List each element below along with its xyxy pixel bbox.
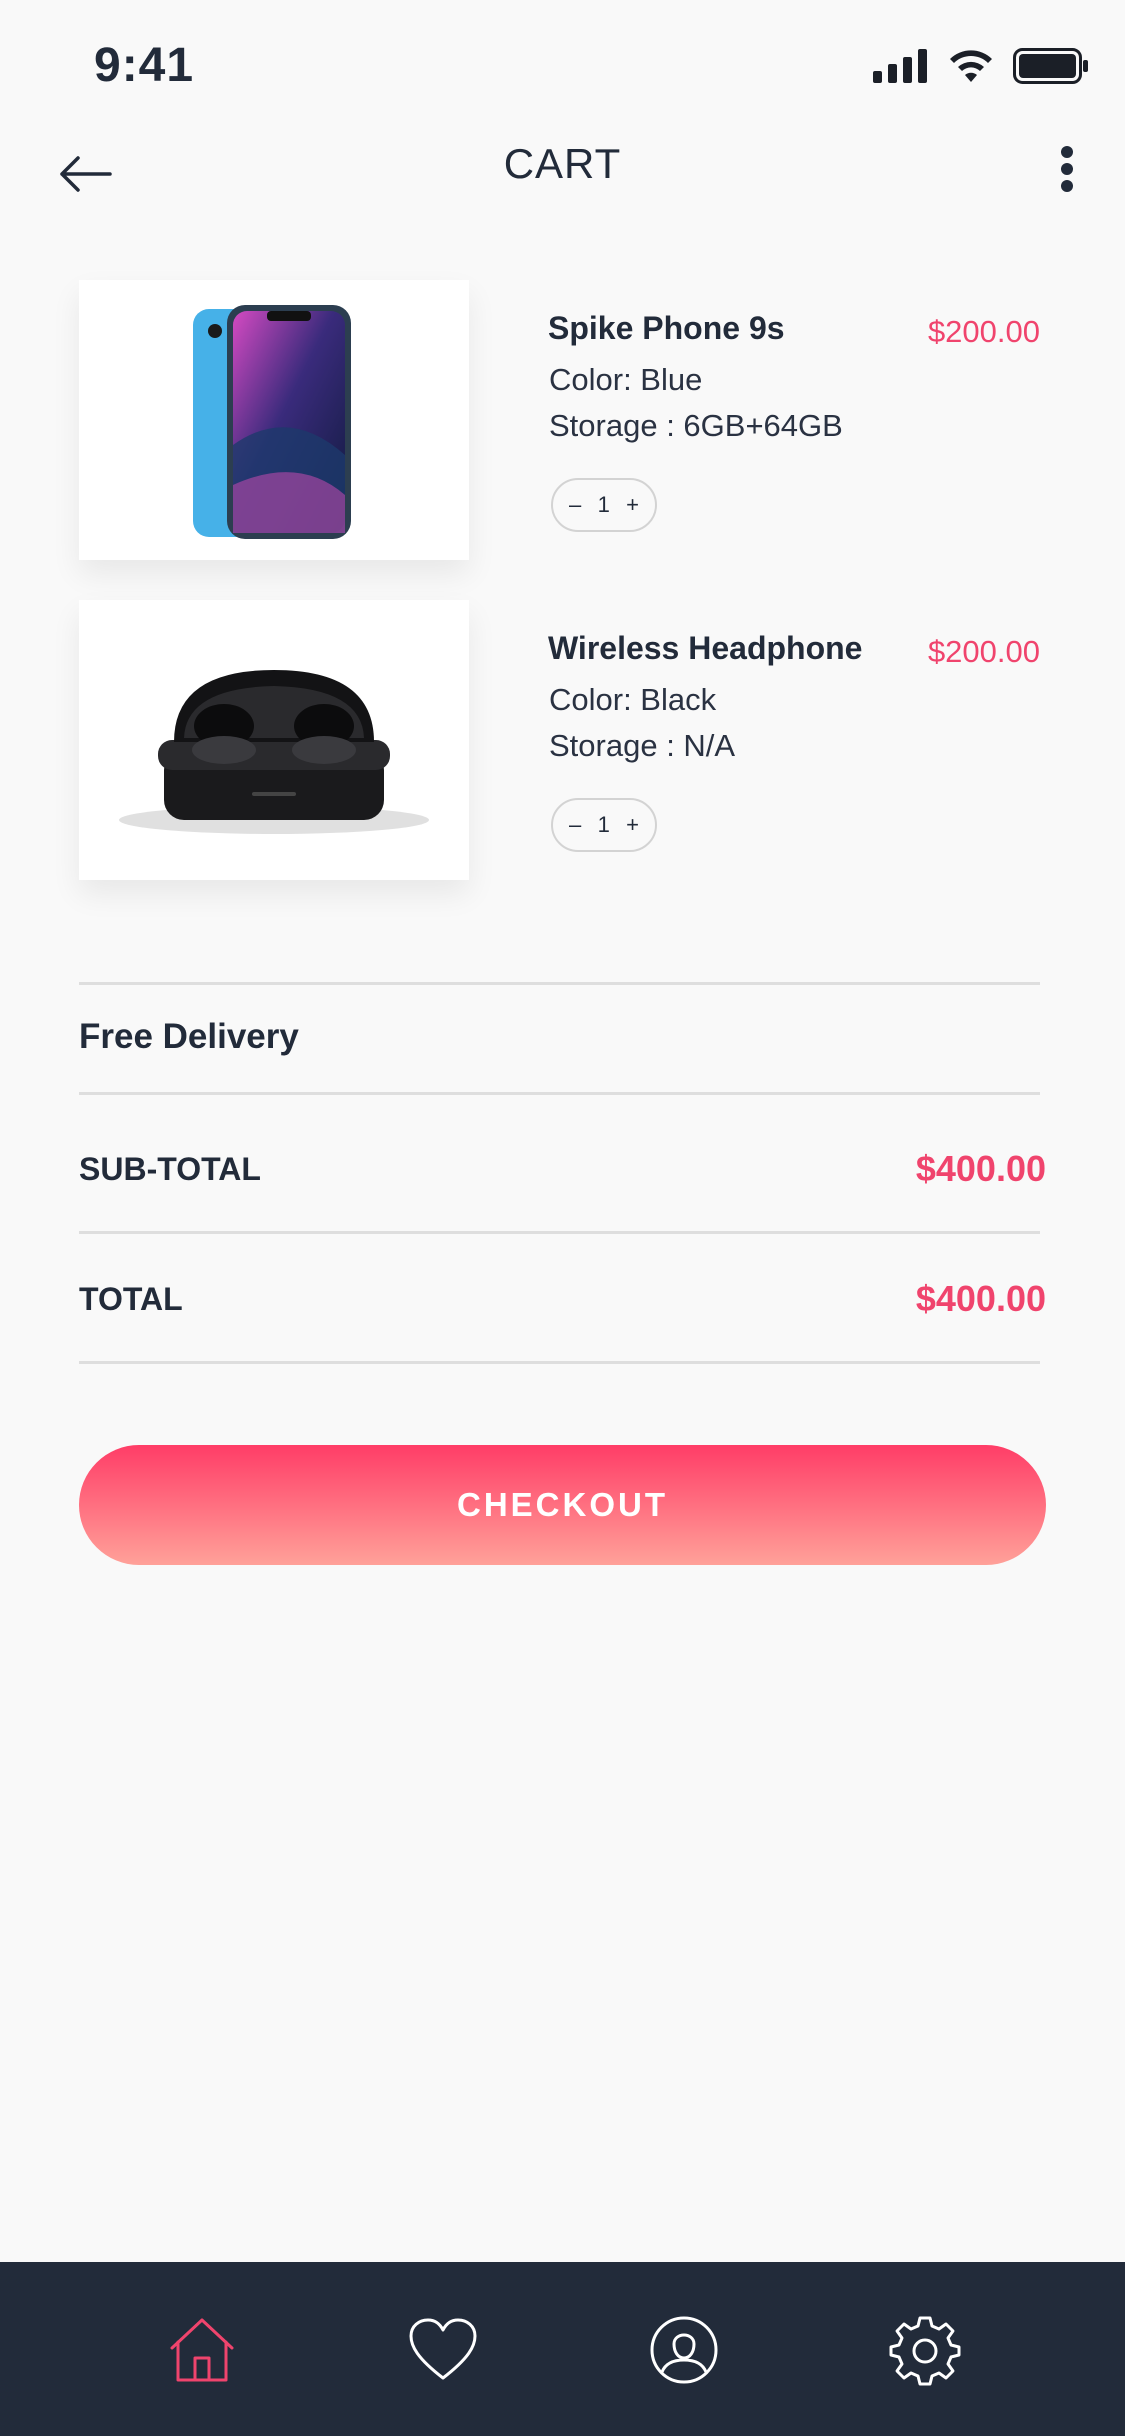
quantity-stepper: – 1 + [551,798,657,852]
page-title: CART [503,140,622,187]
home-icon [170,2318,234,2382]
tab-settings[interactable] [889,2314,961,2386]
divider [79,982,1040,985]
divider [79,1092,1040,1095]
product-color: Color: Black [549,682,717,717]
total-label: TOTAL [79,1281,183,1317]
wifi-icon [950,50,992,82]
more-options-button[interactable] [1047,138,1087,198]
subtotal-label: SUB-TOTAL [79,1151,261,1187]
cart-item: Wireless Headphone $200.00 Color: Black … [79,600,1045,880]
product-image-earbuds[interactable] [79,600,469,880]
heart-icon [409,2318,477,2380]
divider [79,1231,1040,1234]
status-bar: 9:41 [0,0,1125,130]
product-storage: Storage : 6GB+64GB [549,408,843,443]
gear-icon [889,2316,961,2386]
product-name: Wireless Headphone [548,630,863,666]
quantity-stepper: – 1 + [551,478,657,532]
product-name: Spike Phone 9s [548,310,785,346]
cart-item: Spike Phone 9s $200.00 Color: Blue Stora… [79,280,1045,560]
product-price: $200.00 [927,634,1040,669]
status-time: 9:41 [94,39,195,92]
product-price: $200.00 [927,314,1040,349]
signal-icon [873,49,927,83]
tab-home[interactable] [166,2314,238,2386]
decrement-button[interactable]: – [569,812,581,838]
product-color: Color: Blue [549,362,703,397]
nav-header: CART [0,130,1125,220]
quantity-value: 1 [597,812,610,837]
total-value: $400.00 [915,1278,1046,1319]
more-vertical-icon [1061,146,1073,192]
battery-icon [1013,48,1088,84]
increment-button[interactable]: + [626,492,639,518]
product-storage: Storage : N/A [549,728,736,763]
quantity-value: 1 [597,492,610,517]
checkout-button[interactable]: CHECKOUT [79,1445,1046,1565]
tab-profile[interactable] [648,2314,720,2386]
increment-button[interactable]: + [626,812,639,838]
decrement-button[interactable]: – [569,492,581,518]
subtotal-value: $400.00 [915,1148,1046,1189]
delivery-label: Free Delivery [79,1017,299,1056]
earbuds-case-image [119,670,429,834]
status-icons [873,48,1089,84]
product-image-phone[interactable] [79,280,469,560]
user-icon [650,2316,718,2384]
phone-image [193,305,351,539]
tab-favorites[interactable] [407,2314,479,2386]
tab-bar [0,2262,1125,2436]
divider [79,1361,1040,1364]
